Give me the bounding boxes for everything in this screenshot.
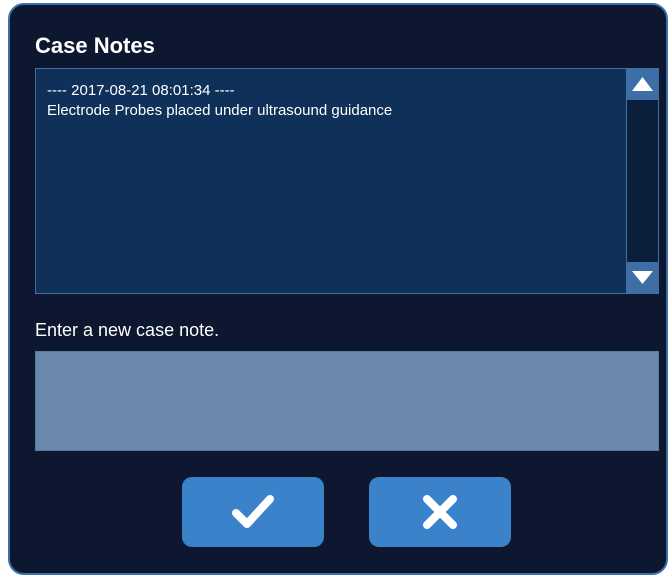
checkmark-icon xyxy=(232,495,274,528)
triangle-down-icon xyxy=(632,271,653,284)
note-timestamp: ---- 2017-08-21 08:01:34 ---- xyxy=(47,82,235,99)
notes-scrollbar[interactable] xyxy=(626,69,658,293)
case-notes-text: ---- 2017-08-21 08:01:34 ---- Electrode … xyxy=(47,81,617,121)
x-icon xyxy=(423,495,457,529)
scroll-up-button[interactable] xyxy=(627,69,658,100)
triangle-up-icon xyxy=(632,77,653,91)
note-body: Electrode Probes placed under ultrasound… xyxy=(47,102,393,119)
scroll-down-button[interactable] xyxy=(627,262,658,293)
new-note-prompt: Enter a new case note. xyxy=(35,320,220,340)
case-notes-list[interactable]: ---- 2017-08-21 08:01:34 ---- Electrode … xyxy=(35,68,659,294)
cancel-button[interactable] xyxy=(369,477,511,547)
dialog-title: Case Notes xyxy=(35,33,155,58)
case-notes-dialog: Case Notes ---- 2017-08-21 08:01:34 ----… xyxy=(8,3,668,575)
new-note-input[interactable] xyxy=(35,351,659,451)
confirm-button[interactable] xyxy=(182,477,324,547)
